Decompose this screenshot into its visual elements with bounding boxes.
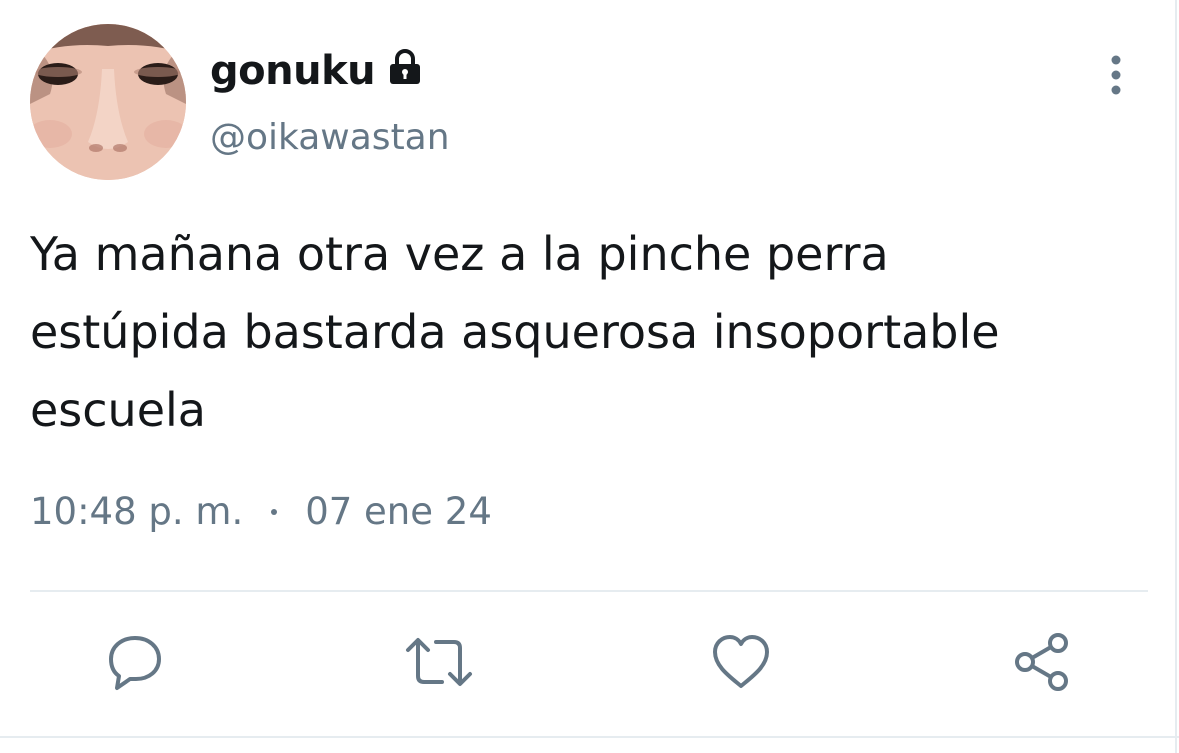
tweet-text-line: escuela [30,383,206,437]
tweet-card: gonuku @oikawastan Ya mañana otra vez a … [0,0,1179,753]
tweet-text-line: estúpida bastarda asquerosa insoportable [30,305,1000,359]
retweet-icon [406,638,472,686]
tweet-text-line: Ya mañana otra vez a la pinche perra [30,227,889,281]
share-icon [1015,633,1068,691]
separator-dot [271,508,278,515]
divider [30,590,1148,592]
tweet-date: 07 ene 24 [305,490,492,533]
card-border [1175,0,1177,753]
tweet-text: Ya mañana otra vez a la pinche perra est… [30,215,1140,449]
share-button[interactable] [1010,630,1074,694]
tweet-time: 10:48 p. m. [30,490,244,533]
display-name-row[interactable]: gonuku [210,44,425,98]
heart-icon [713,635,769,688]
lock-icon [385,48,425,98]
retweet-button[interactable] [404,630,472,694]
avatar-photo [30,24,186,180]
reply-icon [109,636,161,690]
user-handle[interactable]: @oikawastan [210,117,450,158]
tweet-timestamp[interactable]: 10:48 p. m. 07 ene 24 [30,490,492,533]
avatar[interactable] [30,24,186,180]
display-name[interactable]: gonuku [210,48,376,94]
reply-button[interactable] [103,630,167,694]
more-vertical-icon[interactable] [1098,52,1134,100]
bottom-divider [0,736,1179,738]
like-button[interactable] [709,630,773,694]
